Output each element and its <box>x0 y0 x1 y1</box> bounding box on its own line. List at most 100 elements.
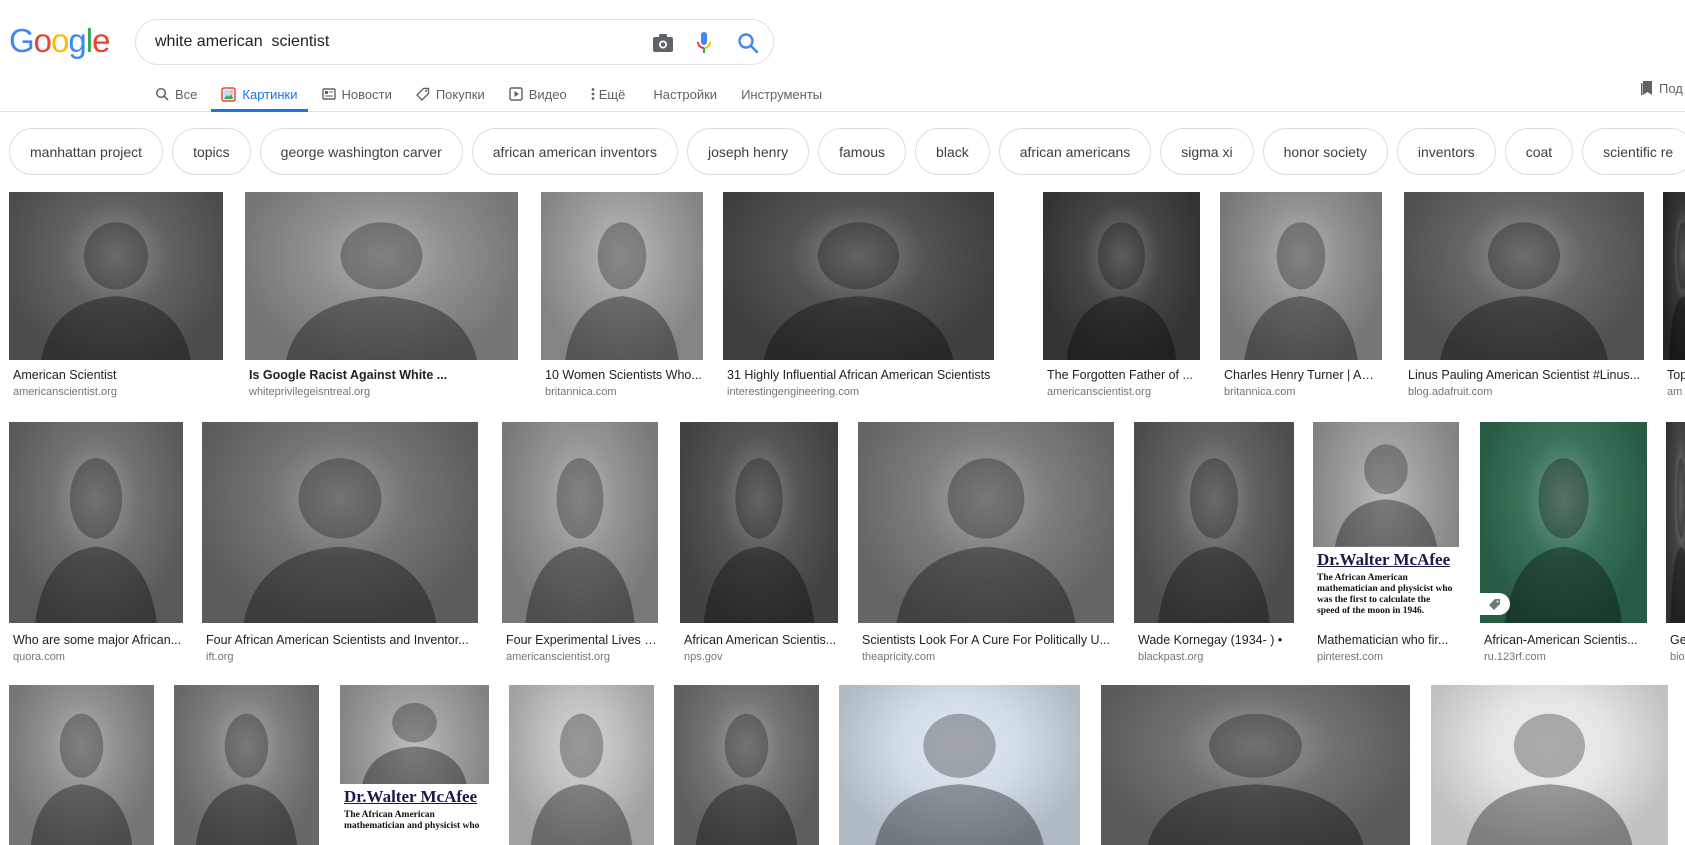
result-thumbnail[interactable] <box>680 422 838 623</box>
related-searches-chips: manhattan projecttopicsgeorge washington… <box>9 128 1685 175</box>
search-input[interactable] <box>155 31 635 53</box>
result-title[interactable]: The Forgotten Father of ... <box>1047 368 1200 382</box>
product-tag-icon[interactable] <box>1480 593 1510 615</box>
related-search-chip[interactable]: joseph henry <box>687 128 809 175</box>
result-thumbnail[interactable] <box>245 192 518 360</box>
tab-images[interactable]: Картинки <box>221 76 297 112</box>
result-source[interactable]: americanscientist.org <box>506 651 658 663</box>
person-silhouette <box>541 192 703 360</box>
result-thumbnail[interactable] <box>858 422 1114 623</box>
tab-settings[interactable]: Настройки <box>653 76 717 112</box>
result-thumbnail[interactable] <box>9 422 183 623</box>
result-source[interactable]: britannica.com <box>545 386 703 398</box>
result-source[interactable]: bio <box>1670 651 1685 663</box>
result-title[interactable]: Charles Henry Turner | Am... <box>1224 368 1382 382</box>
result-source[interactable]: nps.gov <box>684 651 838 663</box>
more-vert-icon <box>591 87 595 101</box>
result-source[interactable]: britannica.com <box>1224 386 1382 398</box>
result-source[interactable]: quora.com <box>13 651 183 663</box>
result-title[interactable]: Four Experimental Lives | ... <box>506 633 658 647</box>
result-title[interactable]: Wade Kornegay (1934- ) • <box>1138 633 1294 647</box>
result-thumbnail[interactable] <box>1431 685 1668 845</box>
result-thumbnail[interactable] <box>723 192 994 360</box>
related-search-chip[interactable]: george washington carver <box>260 128 463 175</box>
result-source[interactable]: ru.123rf.com <box>1484 651 1647 663</box>
result-title[interactable]: Four African American Scientists and Inv… <box>206 633 478 647</box>
result-title[interactable]: Linus Pauling American Scientist #Linus.… <box>1408 368 1644 382</box>
result-title[interactable]: American Scientist <box>13 368 223 382</box>
search-icon[interactable] <box>735 30 761 56</box>
result-source[interactable]: whiteprivilegeisntreal.org <box>249 386 518 398</box>
result-thumbnail[interactable] <box>1043 192 1200 360</box>
result-thumbnail[interactable] <box>1404 192 1644 360</box>
result-title[interactable]: Is Google Racist Against White ... <box>249 368 518 382</box>
result-title[interactable]: Ge <box>1670 633 1685 647</box>
tab-video[interactable]: Видео <box>509 76 567 112</box>
result-source[interactable]: americanscientist.org <box>1047 386 1200 398</box>
related-search-chip[interactable]: inventors <box>1397 128 1496 175</box>
result-source[interactable]: blog.adafruit.com <box>1408 386 1644 398</box>
result-title[interactable]: 10 Women Scientists Who... <box>545 368 703 382</box>
news-icon <box>322 87 336 101</box>
result-thumbnail[interactable] <box>541 192 703 360</box>
result-thumbnail[interactable] <box>1480 422 1647 623</box>
result-source[interactable]: theapricity.com <box>862 651 1114 663</box>
related-search-chip[interactable]: scientific re <box>1582 128 1685 175</box>
result-thumbnail[interactable] <box>509 685 654 845</box>
result-source[interactable]: am <box>1667 386 1685 398</box>
tab-label: Картинки <box>242 87 297 102</box>
caption-text: The African American mathematician and p… <box>344 810 485 832</box>
related-search-chip[interactable]: topics <box>172 128 251 175</box>
google-logo[interactable]: Google <box>9 22 109 60</box>
result-title[interactable]: Top <box>1667 368 1685 382</box>
caption-text: The African American mathematician and p… <box>1317 573 1455 617</box>
result-thumbnail[interactable] <box>1134 422 1294 623</box>
result-title[interactable]: 31 Highly Influential African American S… <box>727 368 994 382</box>
logo-letter: e <box>92 22 109 60</box>
result-thumbnail[interactable] <box>1101 685 1410 845</box>
result-thumbnail[interactable] <box>1666 422 1685 623</box>
tab-shopping[interactable]: Покупки <box>416 76 485 112</box>
result-title[interactable]: Who are some major African... <box>13 633 183 647</box>
related-search-chip[interactable]: sigma xi <box>1160 128 1253 175</box>
result-thumbnail[interactable]: Dr.Walter McAfeeThe African American mat… <box>1313 422 1459 623</box>
related-search-chip[interactable]: famous <box>818 128 906 175</box>
person-silhouette <box>202 422 478 623</box>
result-title[interactable]: Mathematician who fir... <box>1317 633 1459 647</box>
related-search-chip[interactable]: honor society <box>1263 128 1388 175</box>
result-source[interactable]: ift.org <box>206 651 478 663</box>
result-thumbnail[interactable] <box>839 685 1080 845</box>
result-thumbnail[interactable] <box>502 422 658 623</box>
result-thumbnail[interactable] <box>1663 192 1685 360</box>
related-search-chip[interactable]: manhattan project <box>9 128 163 175</box>
result-thumbnail[interactable] <box>674 685 819 845</box>
result-source[interactable]: pinterest.com <box>1317 651 1459 663</box>
result-source[interactable]: blackpast.org <box>1138 651 1294 663</box>
result-title[interactable]: African-American Scientis... <box>1484 633 1647 647</box>
related-search-chip[interactable]: african american inventors <box>472 128 678 175</box>
result-thumbnail[interactable] <box>9 685 154 845</box>
tab-tools[interactable]: Инструменты <box>741 76 822 112</box>
result-thumbnail[interactable] <box>174 685 319 845</box>
result-thumbnail[interactable]: Dr.Walter McAfeeThe African American mat… <box>340 685 489 845</box>
camera-icon[interactable] <box>650 30 676 56</box>
related-search-chip[interactable]: african americans <box>999 128 1152 175</box>
person-silhouette <box>674 685 819 845</box>
person-silhouette <box>680 422 838 623</box>
related-search-chip[interactable]: coat <box>1505 128 1573 175</box>
tab-all[interactable]: Все <box>155 76 197 112</box>
saved-link[interactable]: Под <box>1640 80 1683 96</box>
tab-news[interactable]: Новости <box>322 76 392 112</box>
person-silhouette <box>1431 685 1668 845</box>
microphone-icon[interactable] <box>691 30 717 56</box>
result-thumbnail[interactable] <box>9 192 223 360</box>
result-source[interactable]: interestingengineering.com <box>727 386 994 398</box>
result-thumbnail[interactable] <box>202 422 478 623</box>
result-title[interactable]: African American Scientis... <box>684 633 838 647</box>
related-search-chip[interactable]: black <box>915 128 990 175</box>
tab-label: Инструменты <box>741 87 822 102</box>
result-source[interactable]: americanscientist.org <box>13 386 223 398</box>
result-title[interactable]: Scientists Look For A Cure For Political… <box>862 633 1114 647</box>
result-thumbnail[interactable] <box>1220 192 1382 360</box>
tab-more[interactable]: Ещё <box>591 76 626 112</box>
